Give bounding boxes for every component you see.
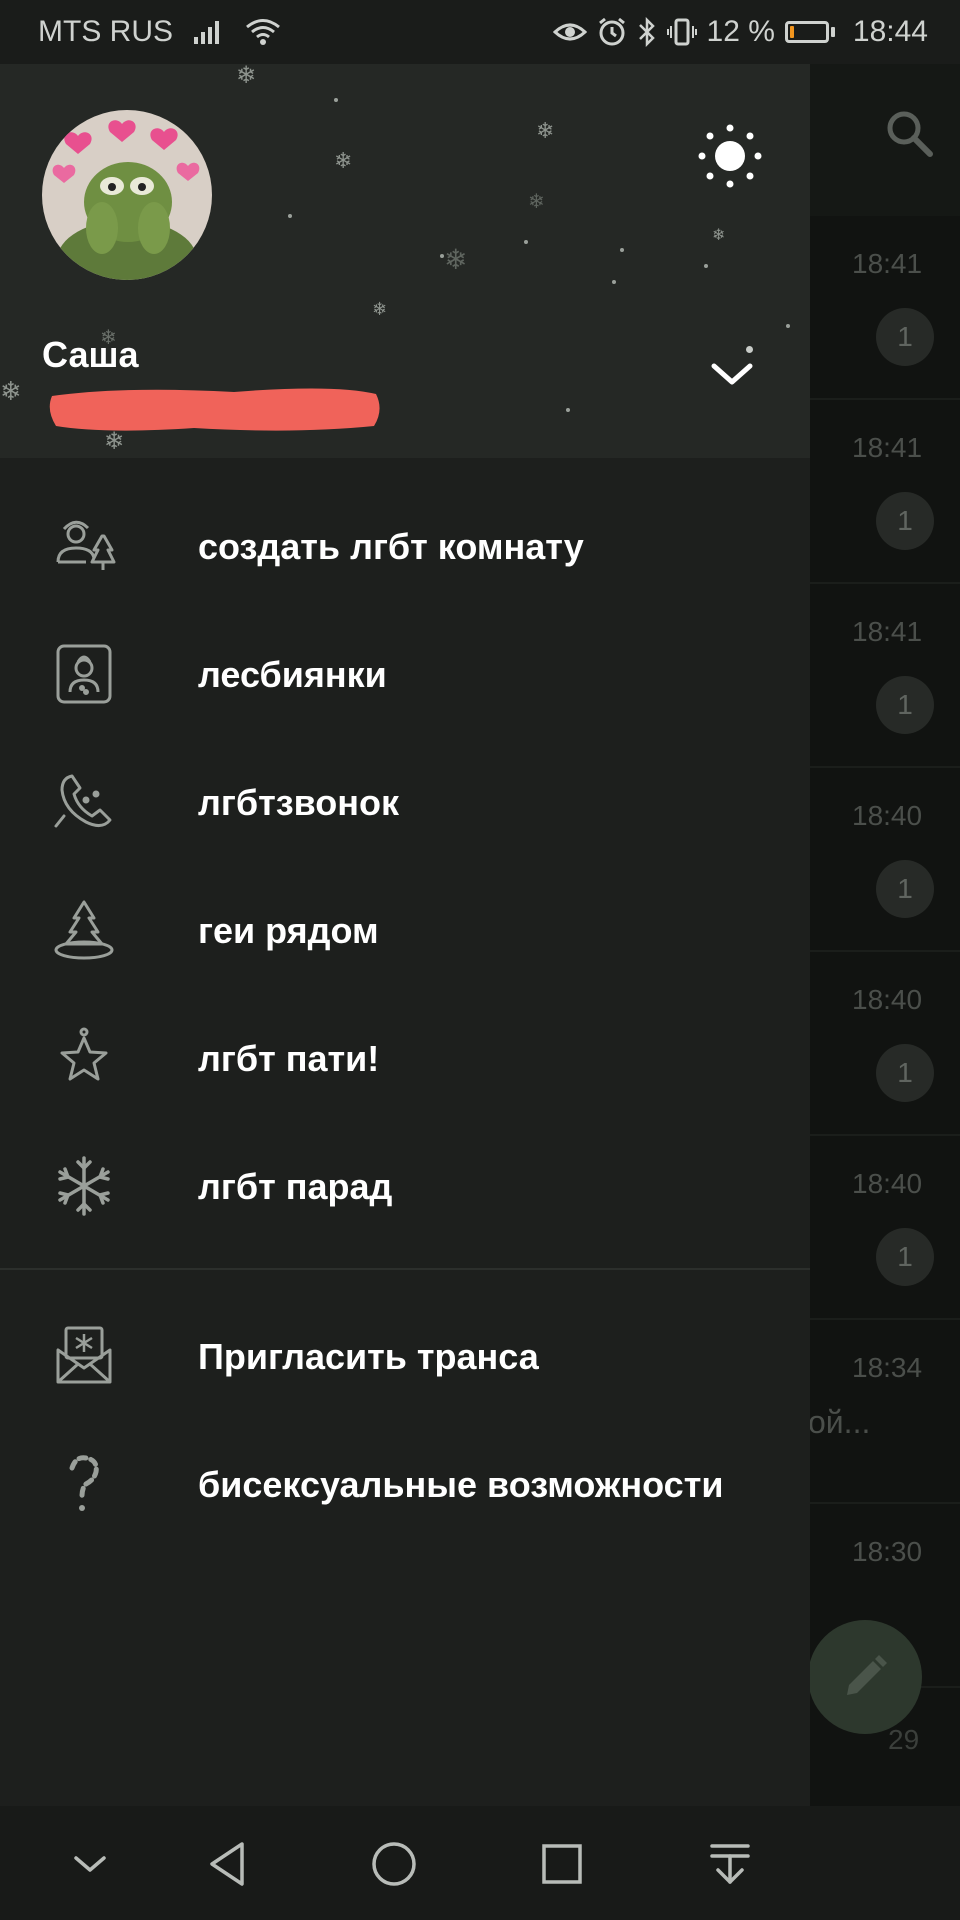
sun-icon[interactable] xyxy=(692,118,768,194)
menu-item-help[interactable]: бисексуальные возможности xyxy=(0,1420,810,1548)
drawer-header: ❄ ❄ ❄ ❄ ❄ ❄ ❄ ❄ ❄ ❄ Саша xyxy=(0,64,810,458)
unread-badge: 1 xyxy=(876,676,934,734)
battery-icon xyxy=(784,21,835,43)
compose-button[interactable] xyxy=(808,1620,922,1734)
avatar[interactable] xyxy=(42,110,212,280)
phone-icon xyxy=(52,770,116,834)
battery-percent: 12 % xyxy=(706,15,775,48)
menu-item-label: лгбт пати! xyxy=(198,1038,380,1079)
home-icon[interactable] xyxy=(366,1836,422,1892)
alarm-icon xyxy=(597,17,627,47)
menu-item-label: лесбиянки xyxy=(198,654,387,695)
eye-icon xyxy=(552,20,587,44)
snow-dot xyxy=(746,346,753,353)
menu-item-parade[interactable]: лгбт парад xyxy=(0,1122,810,1250)
pencil-icon xyxy=(847,1655,887,1695)
chat-time-partial: 29 xyxy=(888,1724,920,1755)
snowflake-icon xyxy=(52,1154,116,1218)
contacts-icon xyxy=(52,642,116,706)
chat-time: 18:41 xyxy=(852,432,923,463)
search-icon[interactable] xyxy=(880,104,940,164)
notification-shade-icon[interactable] xyxy=(702,1836,758,1892)
chat-time: 18:34 xyxy=(852,1352,923,1383)
snowflake-decoration-icon: ❄ xyxy=(0,376,22,406)
snow-dot xyxy=(704,264,708,268)
chat-time: 18:40 xyxy=(852,800,923,831)
chat-time: 18:40 xyxy=(852,1168,923,1199)
carrier-label: MTS RUS xyxy=(38,15,173,48)
snowflake-decoration-icon: ❄ xyxy=(536,118,555,143)
menu-item-invite[interactable]: Пригласить транса xyxy=(0,1292,810,1420)
chat-time: 18:41 xyxy=(852,248,923,279)
snowflake-decoration-icon: ❄ xyxy=(236,64,257,89)
snow-dot xyxy=(612,280,616,284)
new-group-icon xyxy=(52,514,116,578)
snow-dot xyxy=(620,248,624,252)
vibrate-icon xyxy=(666,17,697,47)
back-icon[interactable] xyxy=(200,1836,256,1892)
snow-dot xyxy=(524,240,528,244)
snow-dot xyxy=(566,408,570,412)
star-icon xyxy=(52,1026,116,1090)
chat-time: 18:30 xyxy=(852,1536,923,1567)
snowflake-decoration-icon: ❄ xyxy=(444,244,468,275)
snowflake-decoration-icon: ❄ xyxy=(372,299,388,319)
snowflake-decoration-icon: ❄ xyxy=(712,227,726,244)
unread-badge: 1 xyxy=(876,860,934,918)
chat-preview: ой... xyxy=(808,1404,871,1440)
snow-dot xyxy=(440,254,444,258)
chat-time: 18:40 xyxy=(852,984,923,1015)
invite-icon xyxy=(52,1324,116,1388)
system-navigation-bar xyxy=(0,1806,960,1920)
chevron-down-icon[interactable] xyxy=(62,1836,118,1892)
unread-badge: 1 xyxy=(876,492,934,550)
snowflake-decoration-icon: ❄ xyxy=(334,148,353,173)
menu-item-new-group[interactable]: создать лгбт комнату xyxy=(0,482,810,610)
wifi-icon xyxy=(245,18,281,46)
snowflake-decoration-icon: ❄ xyxy=(528,191,545,213)
menu-item-label: лгбтзвонок xyxy=(198,782,400,823)
bluetooth-icon xyxy=(637,17,657,47)
menu-item-contacts[interactable]: лесбиянки xyxy=(0,610,810,738)
recents-icon[interactable] xyxy=(534,1836,590,1892)
menu-divider xyxy=(0,1268,810,1270)
menu-item-label: бисексуальные возможности xyxy=(198,1464,724,1505)
menu-item-label: Пригласить транса xyxy=(198,1336,539,1377)
status-bar: MTS RUS 12 % 18:44 xyxy=(0,0,960,64)
signal-icon xyxy=(193,19,225,45)
help-icon xyxy=(52,1452,116,1516)
menu-item-label: лгбт парад xyxy=(198,1166,393,1207)
menu-item-calls[interactable]: лгбтзвонок xyxy=(0,738,810,866)
unread-badge: 1 xyxy=(876,1044,934,1102)
navigation-drawer: ❄ ❄ ❄ ❄ ❄ ❄ ❄ ❄ ❄ ❄ Саша создать лгбт ко… xyxy=(0,64,810,1806)
menu-item-party[interactable]: лгбт пати! xyxy=(0,994,810,1122)
user-name: Саша xyxy=(42,334,139,375)
redacted-phone xyxy=(44,382,384,436)
unread-badge: 1 xyxy=(876,308,934,366)
snow-dot xyxy=(786,324,790,328)
menu-item-people-nearby[interactable]: геи рядом xyxy=(0,866,810,994)
unread-badge: 1 xyxy=(876,1228,934,1286)
menu-item-label: создать лгбт комнату xyxy=(198,526,584,567)
snow-dot xyxy=(334,98,338,102)
snow-dot xyxy=(288,214,292,218)
people-nearby-icon xyxy=(52,898,116,962)
chat-time: 18:41 xyxy=(852,616,923,647)
chevron-down-icon[interactable] xyxy=(704,354,760,394)
menu-item-label: геи рядом xyxy=(198,910,379,951)
clock: 18:44 xyxy=(852,15,928,48)
